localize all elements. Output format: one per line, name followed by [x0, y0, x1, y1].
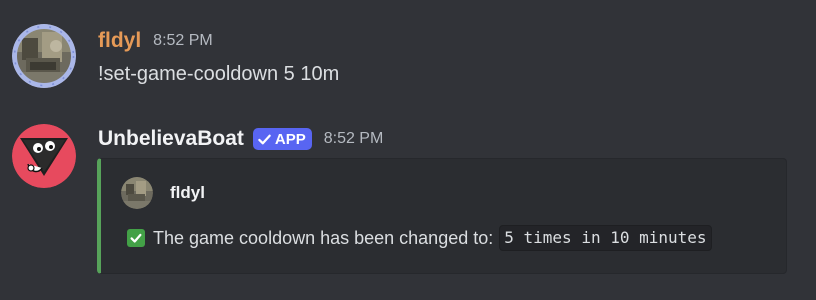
message-header: UnbelievaBoat APP 8:52 PM — [98, 124, 383, 154]
message-bot-reply: UnbelievaBoat APP 8:52 PM fldyl The game… — [0, 110, 816, 300]
white-check-mark-icon — [127, 229, 145, 247]
user-avatar[interactable] — [12, 24, 76, 88]
embed-author: fldyl — [121, 177, 205, 209]
embed-description: The game cooldown has been changed to: 5… — [127, 225, 712, 251]
message-timestamp: 8:52 PM — [153, 32, 213, 49]
message-timestamp: 8:52 PM — [323, 130, 384, 147]
app-badge: APP — [252, 128, 312, 150]
inline-code-value: 5 times in 10 minutes — [499, 225, 712, 251]
message-user-command: fldyl 8:52 PM !set-game-cooldown 5 10m — [0, 0, 816, 110]
app-badge-label: APP — [274, 130, 306, 148]
embed-author-avatar[interactable] — [121, 177, 153, 209]
message-content: !set-game-cooldown 5 10m — [98, 63, 340, 85]
message-embed: fldyl The game cooldown has been changed… — [97, 158, 787, 274]
bot-avatar[interactable] — [12, 124, 76, 188]
message-author[interactable]: fldyl — [98, 26, 141, 56]
message-header: fldyl 8:52 PM — [98, 26, 213, 56]
verified-check-icon — [258, 134, 271, 144]
embed-description-text: The game cooldown has been changed to: — [153, 227, 494, 248]
message-author[interactable]: UnbelievaBoat — [98, 124, 244, 154]
chat-messages: fldyl 8:52 PM !set-game-cooldown 5 10m U… — [0, 0, 816, 300]
embed-author-name[interactable]: fldyl — [170, 183, 205, 203]
